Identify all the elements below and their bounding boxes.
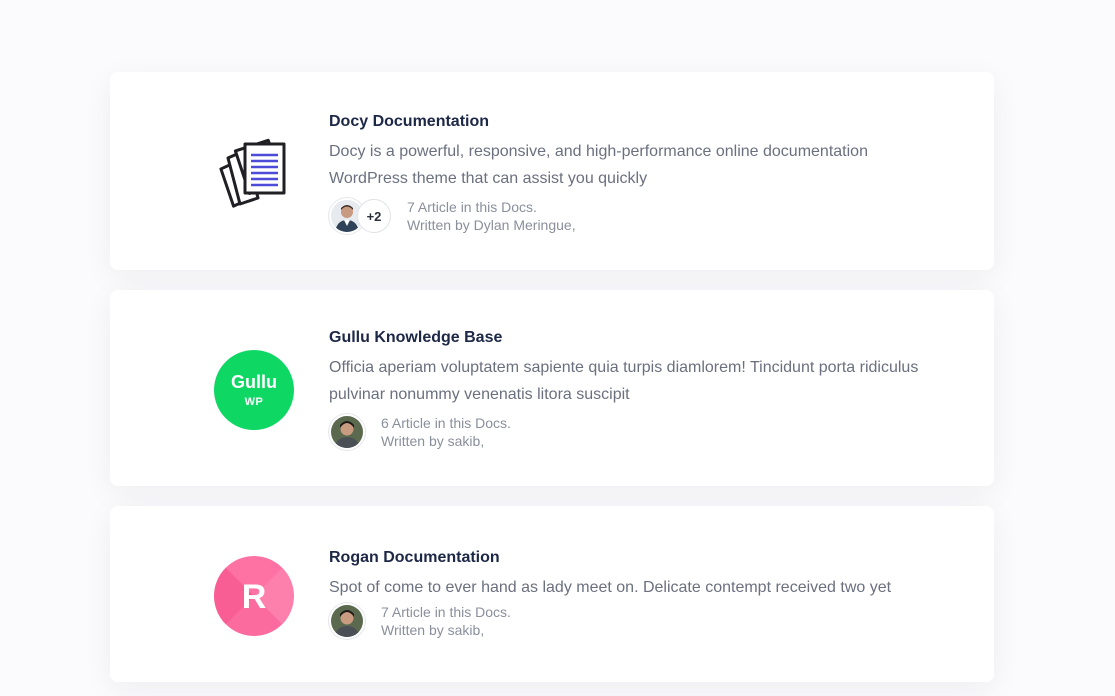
doc-description: Officia aperiam voluptatem sapiente quia… [329, 359, 919, 403]
doc-description: Spot of come to ever hand as lady meet o… [329, 579, 892, 596]
rogan-logo: R [214, 556, 294, 636]
author-line: Written by sakib, [381, 622, 485, 638]
article-count: 7 Article in this Docs. [381, 604, 511, 620]
doc-title[interactable]: Gullu Knowledge Base [329, 328, 934, 348]
doc-card-rogan[interactable]: R Rogan Documentation Spot of come to ev… [110, 506, 994, 682]
avatar[interactable] [329, 414, 365, 450]
author-line: Written by sakib, [381, 433, 485, 449]
doc-card-gullu[interactable]: Gullu WP Gullu Knowledge Base Officia ap… [110, 290, 994, 486]
doc-card-docy[interactable]: Docy Documentation Docy is a powerful, r… [110, 72, 994, 270]
svg-text:R: R [242, 578, 267, 616]
author-line: Written by Dylan Meringue, [407, 217, 576, 233]
gullu-logo: Gullu WP [214, 350, 294, 430]
article-count: 7 Article in this Docs. [407, 199, 537, 215]
article-count: 6 Article in this Docs. [381, 415, 511, 431]
more-authors-badge[interactable]: +2 [357, 199, 391, 233]
doc-description: Docy is a powerful, responsive, and high… [329, 143, 868, 187]
documents-icon [218, 138, 290, 210]
avatar[interactable] [329, 603, 365, 639]
doc-title[interactable]: Docy Documentation [329, 112, 934, 132]
doc-title[interactable]: Rogan Documentation [329, 548, 934, 568]
